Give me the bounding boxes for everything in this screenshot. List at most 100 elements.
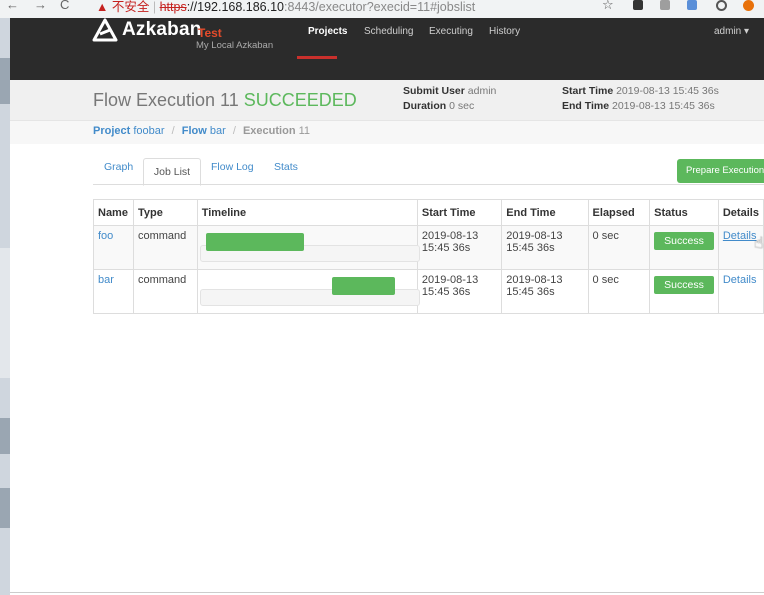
prepare-execution-button[interactable]: Prepare Execution	[677, 159, 764, 183]
start-time-label: Start Time	[562, 85, 614, 97]
end-time-label: End Time	[562, 100, 610, 112]
job-name-link[interactable]: foo	[93, 225, 134, 270]
desktop-decoration	[0, 58, 10, 104]
end-time-info: End Time 2019-08-13 15:45 36s	[562, 100, 715, 112]
job-start-time: 2019-08-13 15:45 36s	[416, 269, 503, 314]
submit-user-info: Submit User admin	[403, 85, 496, 97]
end-clock: 15:45 36s	[506, 286, 555, 298]
forward-arrow-icon[interactable]: →	[34, 0, 47, 12]
end-time-value: 2019-08-13 15:45 36s	[612, 100, 715, 112]
table-row: foo command 2019-08-13 15:45 36s 2019-08-…	[93, 225, 764, 270]
security-warning-icon: ▲	[96, 0, 109, 14]
timeline	[198, 270, 420, 309]
execution-header: Flow Execution 11 SUCCEEDED Submit User …	[10, 80, 764, 120]
column-header-end-time: End Time	[501, 199, 589, 226]
status-badge: Success	[654, 232, 714, 250]
job-type: command	[132, 269, 198, 314]
breadcrumb-project[interactable]: foobar	[133, 125, 164, 137]
user-menu[interactable]: admin ▾	[714, 26, 749, 37]
url-host: ://192.168.186.10	[186, 0, 285, 14]
breadcrumb-flow[interactable]: bar	[210, 125, 226, 137]
browser-toolbar: ← → C ▲ 不安全 | https://192.168.186.10:844…	[0, 0, 764, 19]
extension-icon[interactable]	[687, 0, 697, 10]
update-icon[interactable]	[743, 0, 754, 11]
tab-stats[interactable]: Stats	[274, 161, 298, 173]
end-date: 2019-08-13	[506, 230, 563, 242]
bookmark-star-icon[interactable]: ☆	[602, 0, 614, 13]
table-header-row: Name Type Timeline Start Time End Time E…	[93, 199, 764, 226]
duration-label: Duration	[403, 100, 447, 112]
column-header-details: Details	[717, 199, 764, 226]
start-date: 2019-08-13	[421, 274, 479, 286]
start-time-info: Start Time 2019-08-13 15:45 36s	[562, 85, 719, 97]
timeline-bar	[332, 277, 396, 295]
desktop-decoration	[0, 488, 10, 528]
start-clock: 15:45 36s	[421, 286, 471, 298]
breadcrumb-items: Project foobar / Flow bar / Execution 11	[93, 125, 310, 137]
extension-icon[interactable]	[633, 0, 643, 10]
column-header-status: Status	[649, 199, 719, 226]
security-label: 不安全	[111, 0, 150, 14]
column-header-timeline: Timeline	[196, 199, 418, 226]
submit-user-value: admin	[467, 85, 497, 97]
job-start-time: 2019-08-13 15:45 36s	[416, 225, 503, 270]
start-time-value: 2019-08-13 15:45 36s	[616, 85, 719, 97]
flow-execution-title: Flow Execution 11	[93, 90, 239, 110]
tabs-divider	[93, 184, 764, 185]
duration-value: 0 sec	[449, 100, 475, 112]
table-row: bar command 2019-08-13 15:45 36s 2019-08-…	[93, 269, 764, 314]
end-date: 2019-08-13	[506, 274, 563, 286]
timeline-bar	[205, 233, 304, 251]
nav-scheduling[interactable]: Scheduling	[364, 26, 413, 37]
url-path: :8443/executor?execid=11#jobslist	[284, 0, 476, 14]
column-header-name: Name	[93, 199, 134, 226]
extension-icon[interactable]	[660, 0, 670, 10]
page-title: Flow Execution 11 SUCCEEDED	[93, 90, 357, 111]
job-end-time: 2019-08-13 15:45 36s	[501, 225, 589, 270]
azkaban-logo-icon[interactable]	[92, 18, 118, 42]
breadcrumb-project-label[interactable]: Project	[93, 125, 130, 137]
desktop-decoration	[0, 248, 10, 378]
job-status-cell: Success	[649, 225, 719, 270]
reload-icon[interactable]: C	[60, 0, 69, 12]
timeline-cell	[196, 225, 420, 270]
back-arrow-icon[interactable]: ←	[6, 0, 19, 12]
tab-job-list[interactable]: Job List	[143, 158, 201, 186]
tab-graph[interactable]: Graph	[104, 161, 133, 173]
duration-info: Duration 0 sec	[403, 100, 474, 112]
breadcrumb-separator: /	[232, 125, 236, 137]
nav-history[interactable]: History	[489, 26, 520, 37]
job-name-link[interactable]: bar	[93, 269, 134, 314]
desktop-edge	[0, 18, 10, 595]
address-bar[interactable]: ▲ 不安全 | https://192.168.186.10:8443/exec…	[96, 0, 475, 15]
details-link[interactable]: Details	[723, 230, 757, 242]
start-clock: 15:45 36s	[421, 242, 471, 254]
column-header-type: Type	[132, 199, 198, 226]
environment-name: Test	[198, 26, 222, 40]
environment-description: My Local Azkaban	[196, 40, 274, 51]
desktop-decoration	[0, 418, 10, 454]
nav-projects[interactable]: Projects	[308, 26, 347, 37]
job-status-cell: Success	[649, 269, 719, 314]
tab-flow-log[interactable]: Flow Log	[211, 161, 254, 173]
timeline-cell	[196, 269, 420, 314]
column-header-start-time: Start Time	[416, 199, 503, 226]
page-bottom-border	[10, 592, 764, 593]
job-elapsed: 0 sec	[587, 225, 651, 270]
active-nav-indicator	[297, 56, 337, 59]
brand-name[interactable]: Azkaban	[122, 19, 202, 41]
job-type: command	[132, 225, 198, 270]
job-list-table: Name Type Timeline Start Time End Time E…	[93, 199, 764, 314]
execution-status: SUCCEEDED	[243, 90, 357, 110]
url-protocol: https	[159, 0, 187, 14]
job-elapsed: 0 sec	[587, 269, 651, 314]
timeline-track	[199, 277, 420, 306]
breadcrumb-separator: /	[171, 125, 175, 137]
breadcrumb-flow-label[interactable]: Flow	[182, 125, 207, 137]
start-date: 2019-08-13	[421, 230, 479, 242]
profile-icon[interactable]	[716, 0, 727, 11]
timeline	[198, 226, 420, 265]
details-link[interactable]: Details	[723, 274, 757, 286]
status-badge: Success	[654, 276, 714, 294]
nav-executing[interactable]: Executing	[429, 26, 473, 37]
